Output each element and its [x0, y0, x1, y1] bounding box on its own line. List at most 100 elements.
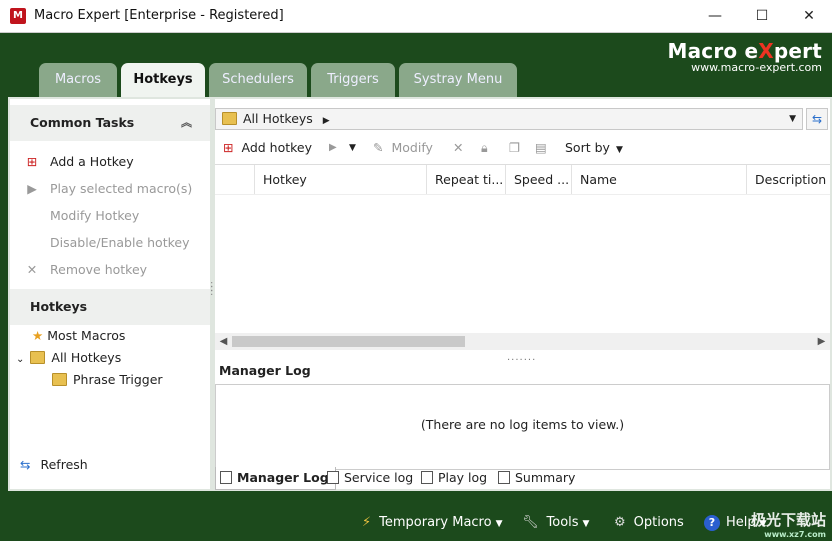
collapse-icon[interactable]: ︽ — [181, 105, 192, 141]
refresh-button[interactable]: ⇆ Refresh — [20, 457, 88, 472]
summary-icon — [498, 471, 510, 484]
work-area: Common Tasks ︽ ⊞ Add a Hotkey ▶ Play selec… — [8, 97, 832, 491]
lock-icon: 🔒︎ — [481, 140, 488, 155]
log-tab-play[interactable]: Play log — [417, 467, 493, 489]
play-icon: ▶ — [27, 181, 37, 196]
add-hotkey-icon: ⊞ — [223, 140, 234, 155]
task-play-selected: ▶ Play selected macro(s) — [24, 179, 192, 199]
chevron-down-icon[interactable]: ⌄ — [16, 354, 24, 365]
tree-item-phrase-trigger[interactable]: Phrase Trigger — [52, 370, 163, 390]
horizontal-scrollbar[interactable]: ◀ ▶ — [215, 333, 830, 350]
app-icon: M — [10, 8, 26, 24]
brand: Macro eXpert www.macro-expert.com — [667, 39, 822, 74]
minimize-button[interactable]: — — [692, 0, 738, 32]
copy-button: ❐ — [509, 132, 520, 164]
column-header-name[interactable]: Name — [572, 165, 747, 194]
address-text: All Hotkeys — [243, 111, 313, 126]
dropdown-arrow-icon[interactable]: ▼ — [789, 109, 796, 129]
delete-button: ✕ — [453, 132, 463, 164]
tree-item-all-hotkeys[interactable]: ⌄ All Hotkeys — [16, 348, 121, 368]
log-view: (There are no log items to view.) — [215, 384, 830, 470]
brand-url: www.macro-expert.com — [691, 61, 822, 74]
column-header-repeat[interactable]: Repeat ti... — [427, 165, 506, 194]
folder-icon — [222, 112, 237, 125]
bottom-bar: ⚡ Temporary Macro ▼ 🔧︎ Tools ▼ ⚙ Options ? Hel… — [0, 507, 832, 541]
dropdown-arrow-icon: ▼ — [615, 145, 623, 155]
paste-icon: ▤ — [535, 140, 547, 155]
play-dropdown-arrow[interactable]: ▼ — [349, 132, 356, 164]
column-header-hotkey[interactable]: Hotkey — [255, 165, 427, 194]
log-tabs: Manager Log Service log Play log Summary — [215, 467, 830, 490]
hotkeys-title: Hotkeys — [30, 299, 88, 314]
scroll-right-icon[interactable]: ▶ — [813, 333, 830, 350]
right-pane: All Hotkeys ▶ ▼ ⇆ ⊞ Add hotkey ▶ ▼ ✎ Modif… — [215, 99, 830, 490]
play-button: ▶ — [329, 132, 337, 164]
copy-icon: ❐ — [509, 140, 521, 155]
help-icon: ? — [704, 515, 720, 531]
log-tab-service[interactable]: Service log — [323, 467, 419, 489]
gear-icon: ⚙ — [614, 515, 626, 530]
modify-button: ✎ Modify — [373, 140, 433, 155]
tab-systray-menu[interactable]: Systray Menu — [399, 63, 517, 97]
pane-splitter[interactable]: ::: — [210, 280, 213, 298]
remove-icon: ✕ — [26, 262, 38, 277]
wrench-icon: 🔧︎ — [522, 515, 539, 530]
chevron-right-icon[interactable]: ▶ — [323, 116, 330, 126]
log-splitter[interactable]: ....... — [507, 352, 536, 363]
close-button[interactable]: ✕ — [786, 0, 832, 32]
lock-button: 🔒︎ — [481, 132, 488, 164]
log-empty-message: (There are no log items to view.) — [420, 417, 625, 432]
star-icon: ★ — [32, 328, 44, 343]
scroll-left-icon[interactable]: ◀ — [215, 333, 232, 350]
toolbar: ⊞ Add hotkey ▶ ▼ ✎ Modify ✕ 🔒︎ ❐ ▤ Sort by… — [215, 132, 830, 164]
app-frame: Macro eXpert www.macro-expert.com Macros… — [0, 33, 832, 541]
common-tasks-title: Common Tasks — [30, 115, 135, 130]
task-remove-hotkey: ✕ Remove hotkey — [24, 260, 147, 280]
log-tab-manager[interactable]: Manager Log — [215, 467, 336, 490]
watermark-text: 极光下载站 — [750, 511, 826, 529]
common-tasks-header[interactable]: Common Tasks ︽ — [10, 105, 210, 141]
log-icon — [327, 471, 339, 484]
sort-by-button[interactable]: Sort by ▼ — [565, 132, 623, 164]
brand-logo: Macro eXpert — [667, 39, 822, 63]
temporary-macro-button[interactable]: ⚡ Temporary Macro ▼ — [362, 512, 503, 535]
left-pane: Common Tasks ︽ ⊞ Add a Hotkey ▶ Play selec… — [10, 99, 210, 489]
navigate-button[interactable]: ⇆ — [806, 108, 828, 130]
folder-icon — [52, 373, 67, 386]
column-header-speed[interactable]: Speed ... — [506, 165, 572, 194]
hotkeys-header: Hotkeys — [10, 289, 210, 325]
folder-icon — [30, 351, 46, 364]
tab-hotkeys[interactable]: Hotkeys — [121, 63, 205, 99]
tab-macros[interactable]: Macros — [39, 63, 117, 97]
log-icon — [421, 471, 433, 484]
task-disable-enable: Disable/Enable hotkey — [50, 235, 190, 250]
add-hotkey-button[interactable]: ⊞ Add hotkey — [223, 132, 312, 164]
column-header-description[interactable]: Description — [747, 165, 830, 194]
lightning-icon: ⚡ — [362, 515, 372, 530]
paste-button: ▤ — [535, 132, 547, 164]
tab-triggers[interactable]: Triggers — [311, 63, 395, 97]
log-tab-summary[interactable]: Summary — [494, 467, 581, 489]
watermark: 极光下载站 www.xz7.com — [751, 509, 826, 539]
tools-button[interactable]: 🔧︎ Tools ▼ — [522, 512, 589, 535]
grid-header: Hotkey Repeat ti... Speed ... Name Descr… — [215, 164, 830, 195]
refresh-icon: ⇆ — [20, 457, 31, 472]
watermark-url: www.xz7.com — [764, 530, 826, 539]
window-title: Macro Expert [Enterprise - Registered] — [34, 8, 284, 23]
address-bar[interactable]: All Hotkeys ▶ ▼ — [215, 108, 803, 130]
title-bar: M Macro Expert [Enterprise - Registered]… — [0, 0, 832, 33]
task-add-hotkey[interactable]: ⊞ Add a Hotkey — [24, 152, 134, 172]
column-header-blank[interactable] — [215, 165, 255, 194]
delete-icon: ✕ — [453, 140, 464, 155]
task-modify-hotkey: Modify Hotkey — [50, 208, 140, 223]
maximize-button[interactable]: ☐ — [739, 0, 785, 32]
tab-schedulers[interactable]: Schedulers — [209, 63, 307, 97]
manager-log-title: Manager Log — [219, 363, 311, 378]
edit-icon: ✎ — [373, 140, 384, 155]
play-icon: ▶ — [329, 142, 337, 153]
scroll-thumb[interactable] — [232, 336, 465, 347]
log-icon — [220, 471, 232, 484]
options-button[interactable]: ⚙ Options — [614, 512, 684, 534]
add-hotkey-icon: ⊞ — [26, 154, 38, 169]
tree-item-most-macros[interactable]: ★ Most Macros — [32, 326, 125, 346]
